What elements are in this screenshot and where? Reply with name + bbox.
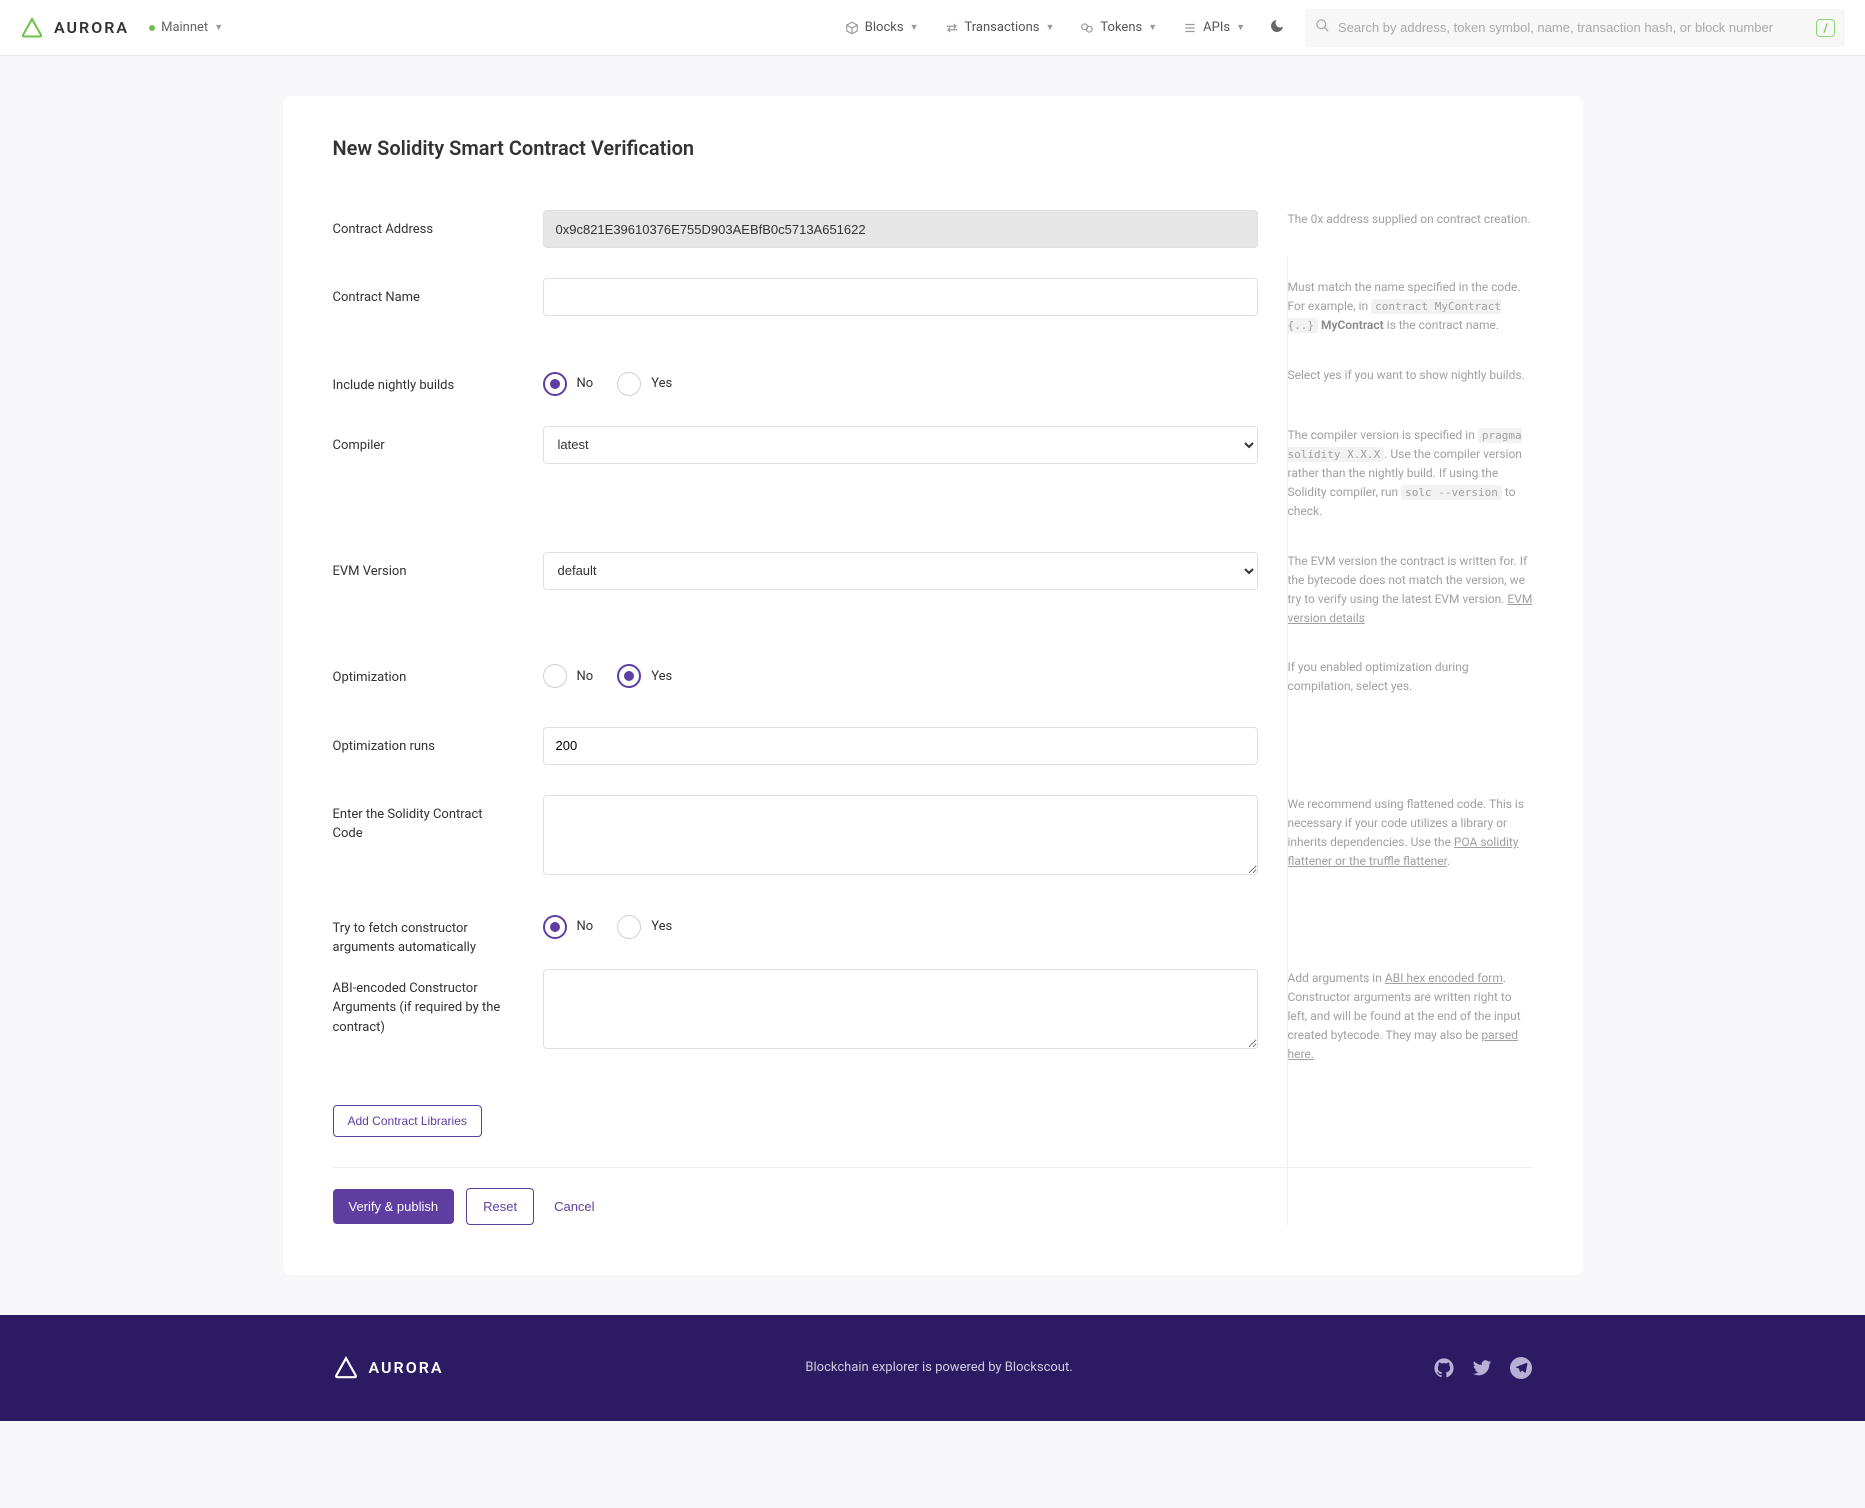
- theme-toggle[interactable]: [1259, 10, 1295, 46]
- search-input[interactable]: [1338, 20, 1816, 35]
- footer-text: Blockchain explorer is powered by Blocks…: [805, 1360, 1072, 1375]
- solidity-code-textarea[interactable]: [543, 795, 1258, 875]
- tokens-icon: [1080, 21, 1094, 35]
- cube-icon: [845, 21, 859, 35]
- network-selector[interactable]: Mainnet ▼: [149, 20, 223, 35]
- chevron-down-icon: ▼: [1236, 22, 1245, 33]
- chevron-down-icon: ▼: [1148, 22, 1157, 33]
- radio-icon: [617, 915, 641, 939]
- evm-select[interactable]: default: [543, 552, 1258, 590]
- fetch-args-radio-group: No Yes: [543, 909, 1258, 939]
- label-contract-name: Contract Name: [333, 278, 513, 366]
- label-evm: EVM Version: [333, 552, 513, 659]
- page-title: New Solidity Smart Contract Verification: [333, 136, 1533, 160]
- aurora-logo-icon: [333, 1355, 359, 1381]
- twitter-icon[interactable]: [1472, 1358, 1492, 1378]
- transactions-icon: [945, 21, 959, 35]
- search-bar[interactable]: /: [1305, 9, 1845, 47]
- nav-apis[interactable]: APIs ▼: [1171, 12, 1257, 43]
- nightly-radio-group: No Yes: [543, 366, 1258, 396]
- reset-button[interactable]: Reset: [466, 1188, 534, 1225]
- help-abi-args: Add arguments in ABI hex encoded form. C…: [1288, 969, 1533, 1065]
- label-fetch-args: Try to fetch constructor arguments autom…: [333, 909, 513, 969]
- help-nightly: Select yes if you want to show nightly b…: [1288, 366, 1533, 385]
- footer: AURORA Blockchain explorer is powered by…: [0, 1315, 1865, 1421]
- logo[interactable]: AURORA: [20, 16, 129, 40]
- fetch-args-yes[interactable]: Yes: [617, 915, 672, 939]
- help-contract-name: Must match the name specified in the cod…: [1288, 278, 1533, 336]
- label-opt-runs: Optimization runs: [333, 727, 513, 795]
- verification-card: New Solidity Smart Contract Verification…: [283, 96, 1583, 1275]
- nav-blocks-label: Blocks: [865, 20, 904, 35]
- topbar: AURORA Mainnet ▼ Blocks ▼ Transactions ▼…: [0, 0, 1865, 56]
- radio-icon: [617, 664, 641, 688]
- slash-shortcut-badge: /: [1816, 19, 1835, 37]
- divider: [333, 1167, 1533, 1168]
- nightly-no[interactable]: No: [543, 372, 594, 396]
- help-code: We recommend using flattened code. This …: [1288, 795, 1533, 872]
- optimization-no[interactable]: No: [543, 664, 594, 688]
- radio-icon: [543, 664, 567, 688]
- label-abi-args: ABI-encoded Constructor Arguments (if re…: [333, 969, 513, 1095]
- radio-icon: [617, 372, 641, 396]
- label-nightly: Include nightly builds: [333, 366, 513, 426]
- aurora-logo-icon: [20, 16, 44, 40]
- help-compiler: The compiler version is specified in pra…: [1288, 426, 1533, 522]
- nav-tokens-label: Tokens: [1100, 20, 1142, 35]
- chevron-down-icon: ▼: [214, 22, 223, 33]
- footer-logo-text: AURORA: [369, 1358, 444, 1377]
- telegram-icon[interactable]: [1510, 1357, 1532, 1379]
- status-dot-icon: [149, 25, 155, 31]
- optimization-radio-group: No Yes: [543, 658, 1258, 688]
- chevron-down-icon: ▼: [910, 22, 919, 33]
- label-code: Enter the Solidity Contract Code: [333, 795, 513, 909]
- compiler-select[interactable]: latest: [543, 426, 1258, 464]
- github-icon[interactable]: [1434, 1358, 1454, 1378]
- search-icon: [1315, 18, 1330, 37]
- label-contract-address: Contract Address: [333, 210, 513, 278]
- network-label: Mainnet: [161, 20, 208, 35]
- contract-name-field[interactable]: [543, 278, 1258, 316]
- nav-tokens[interactable]: Tokens ▼: [1068, 12, 1169, 43]
- nav-apis-label: APIs: [1203, 20, 1230, 35]
- main-nav: Blocks ▼ Transactions ▼ Tokens ▼ APIs ▼: [833, 10, 1295, 46]
- abi-hex-form-link[interactable]: ABI hex encoded form: [1385, 971, 1503, 985]
- opt-runs-field[interactable]: [543, 727, 1258, 765]
- optimization-yes[interactable]: Yes: [617, 664, 672, 688]
- nav-transactions-label: Transactions: [965, 20, 1040, 35]
- nav-blocks[interactable]: Blocks ▼: [833, 12, 931, 43]
- radio-icon: [543, 915, 567, 939]
- nightly-yes[interactable]: Yes: [617, 372, 672, 396]
- vertical-divider: [1287, 256, 1288, 1225]
- help-contract-address: The 0x address supplied on contract crea…: [1288, 210, 1533, 229]
- moon-icon: [1269, 18, 1285, 34]
- form-actions: Verify & publish Reset Cancel: [333, 1188, 1533, 1225]
- help-evm: The EVM version the contract is written …: [1288, 552, 1533, 629]
- chevron-down-icon: ▼: [1046, 22, 1055, 33]
- list-icon: [1183, 21, 1197, 35]
- cancel-button[interactable]: Cancel: [546, 1189, 602, 1224]
- fetch-args-no[interactable]: No: [543, 915, 594, 939]
- abi-args-textarea[interactable]: [543, 969, 1258, 1049]
- footer-logo[interactable]: AURORA: [333, 1355, 444, 1381]
- page-body: New Solidity Smart Contract Verification…: [0, 56, 1865, 1508]
- verify-publish-button[interactable]: Verify & publish: [333, 1189, 455, 1224]
- logo-text: AURORA: [54, 18, 129, 37]
- footer-socials: [1434, 1357, 1532, 1379]
- label-compiler: Compiler: [333, 426, 513, 552]
- contract-address-field: [543, 210, 1258, 248]
- add-contract-libraries-button[interactable]: Add Contract Libraries: [333, 1105, 482, 1137]
- label-optimization: Optimization: [333, 658, 513, 726]
- help-optimization: If you enabled optimization during compi…: [1288, 658, 1533, 696]
- radio-icon: [543, 372, 567, 396]
- nav-transactions[interactable]: Transactions ▼: [933, 12, 1067, 43]
